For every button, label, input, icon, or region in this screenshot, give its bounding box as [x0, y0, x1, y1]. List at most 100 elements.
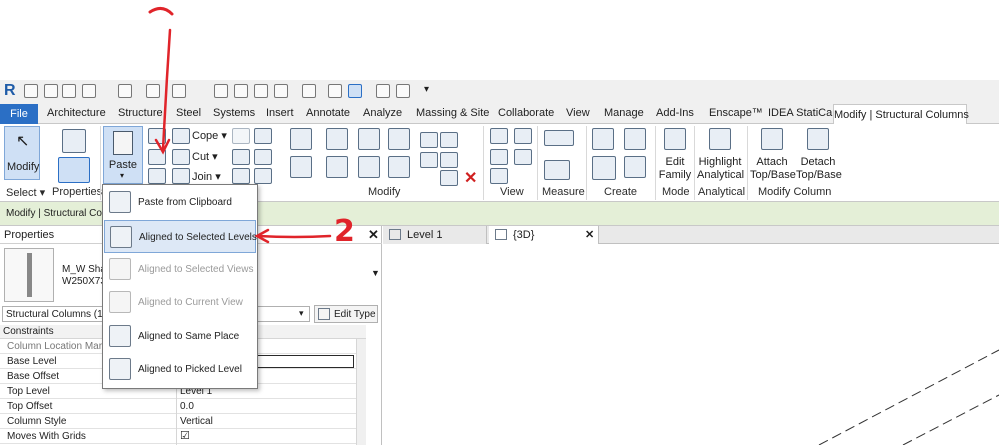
tab-annotate[interactable]: Annotate: [306, 107, 350, 119]
paint-icon[interactable]: [232, 168, 250, 184]
cope-button[interactable]: Cope ▾: [192, 129, 227, 142]
edit-type-button[interactable]: Edit Type: [314, 305, 378, 323]
moves-with-grids-checkbox[interactable]: ☑: [180, 429, 190, 442]
create-parts-icon[interactable]: [624, 128, 646, 150]
text-icon[interactable]: [274, 84, 288, 98]
revit-logo[interactable]: R: [4, 82, 16, 100]
tab-insert[interactable]: Insert: [266, 107, 294, 119]
3d-view-icon[interactable]: [302, 84, 316, 98]
view-canvas[interactable]: [383, 245, 999, 445]
tab-view[interactable]: View: [566, 107, 590, 119]
highlight-analytical-button[interactable]: Highlight Analytical: [697, 126, 744, 182]
mirror-axis-icon[interactable]: [358, 128, 380, 150]
tab-manage[interactable]: Manage: [604, 107, 644, 119]
tab-steel[interactable]: Steel: [176, 107, 201, 119]
property-value[interactable]: 0.0: [180, 401, 194, 412]
tab-3d[interactable]: {3D} ✕: [489, 226, 599, 244]
tag-icon[interactable]: [254, 84, 268, 98]
floor-plan-icon: [389, 229, 401, 240]
tab-structure[interactable]: Structure: [118, 107, 163, 119]
cut-scissors-icon[interactable]: [148, 128, 166, 144]
scale-icon[interactable]: [420, 152, 438, 168]
copy-element-icon[interactable]: [326, 156, 348, 178]
tab-add-ins[interactable]: Add-Ins: [656, 107, 694, 119]
table-row: Top Offset 0.0: [0, 399, 366, 414]
redo-icon[interactable]: [146, 84, 160, 98]
close-hidden-icon[interactable]: [376, 84, 390, 98]
hammer-icon[interactable]: [254, 168, 272, 184]
mode-panel-label: Mode: [662, 186, 690, 198]
mirror-draw-icon[interactable]: [388, 128, 410, 150]
select-dropdown[interactable]: Select ▾: [6, 186, 45, 199]
menu-item-aligned-same-place[interactable]: Aligned to Same Place: [104, 320, 256, 353]
chevron-down-icon: ▾: [120, 171, 125, 180]
create-group-icon[interactable]: [592, 156, 616, 180]
tab-file[interactable]: File: [0, 104, 38, 124]
tab-massing-site[interactable]: Massing & Site: [416, 107, 489, 119]
tab-modify-structural-columns[interactable]: Modify | Structural Columns: [833, 104, 969, 125]
tab-enscape[interactable]: Enscape™: [709, 107, 763, 119]
thin-lines-icon[interactable]: [348, 84, 362, 98]
close-icon[interactable]: ✕: [585, 226, 594, 244]
sync-icon[interactable]: [82, 84, 96, 98]
offset-icon[interactable]: [326, 128, 348, 150]
attach-top-base-button[interactable]: Attach Top/Base: [750, 126, 796, 182]
unpin-icon[interactable]: [440, 170, 458, 186]
close-icon[interactable]: ✕: [368, 227, 379, 243]
match-properties-icon[interactable]: [148, 168, 166, 184]
section-icon[interactable]: [328, 84, 342, 98]
line-work-icon[interactable]: [514, 149, 532, 165]
tab-level-1[interactable]: Level 1: [383, 226, 487, 244]
menu-item-aligned-picked-level[interactable]: Aligned to Picked Level: [104, 353, 256, 386]
split-icon[interactable]: [420, 132, 438, 148]
split-face-icon[interactable]: [254, 149, 272, 165]
move-icon[interactable]: [290, 156, 312, 178]
trim-extend-icon[interactable]: [388, 156, 410, 178]
measure-between-icon[interactable]: [544, 130, 574, 146]
properties-palette-icon[interactable]: [58, 157, 90, 183]
properties-scrollbar[interactable]: [356, 339, 366, 445]
cut-profile-icon[interactable]: [254, 128, 272, 144]
cut-button[interactable]: Cut ▾: [192, 150, 218, 163]
delete-icon[interactable]: ✕: [464, 168, 477, 188]
qat-customize-icon[interactable]: ▾: [424, 84, 429, 95]
type-properties-icon[interactable]: [62, 129, 86, 153]
tab-analyze[interactable]: Analyze: [363, 107, 402, 119]
dimension-icon[interactable]: [234, 84, 248, 98]
menu-item-aligned-selected-levels[interactable]: Aligned to Selected Levels: [104, 220, 257, 253]
detach-top-base-button[interactable]: Detach Top/Base: [796, 126, 842, 182]
rotate-icon[interactable]: [358, 156, 380, 178]
tab-architecture[interactable]: Architecture: [47, 107, 106, 119]
wall-joins-icon[interactable]: [232, 128, 250, 144]
align-icon[interactable]: [290, 128, 312, 150]
array-icon[interactable]: [440, 132, 458, 148]
dimension-tool-icon[interactable]: [544, 160, 570, 180]
modify-button[interactable]: ↖ Modify: [4, 126, 40, 180]
folder-icon[interactable]: [44, 84, 58, 98]
tab-systems[interactable]: Systems: [213, 107, 255, 119]
save-icon[interactable]: [62, 84, 76, 98]
type-selector-chevron-icon[interactable]: ▼: [371, 268, 380, 278]
demolish-icon[interactable]: [232, 149, 250, 165]
tab-idea-statica[interactable]: IDEA StatiCa: [768, 107, 832, 119]
brush-icon[interactable]: [490, 149, 508, 165]
join-button[interactable]: Join ▾: [192, 170, 221, 183]
switch-windows-icon[interactable]: [396, 84, 410, 98]
create-assembly-icon[interactable]: [592, 128, 614, 150]
paste-button[interactable]: Paste ▾: [103, 126, 143, 184]
eraser-icon[interactable]: [490, 168, 508, 184]
override-graphics-icon[interactable]: [514, 128, 532, 144]
open-icon[interactable]: [24, 84, 38, 98]
create-similar-icon[interactable]: [624, 156, 646, 178]
undo-icon[interactable]: [118, 84, 132, 98]
panel-divider: [100, 126, 101, 200]
lightbulb-icon[interactable]: [490, 128, 508, 144]
edit-family-button[interactable]: Edit Family: [658, 126, 692, 182]
menu-item-paste-from-clipboard[interactable]: Paste from Clipboard: [104, 186, 256, 219]
pin-icon[interactable]: [440, 152, 458, 168]
tab-collaborate[interactable]: Collaborate: [498, 107, 554, 119]
print-icon[interactable]: [172, 84, 186, 98]
measure-icon[interactable]: [214, 84, 228, 98]
property-value[interactable]: Vertical: [180, 416, 213, 427]
copy-icon[interactable]: [148, 149, 166, 165]
